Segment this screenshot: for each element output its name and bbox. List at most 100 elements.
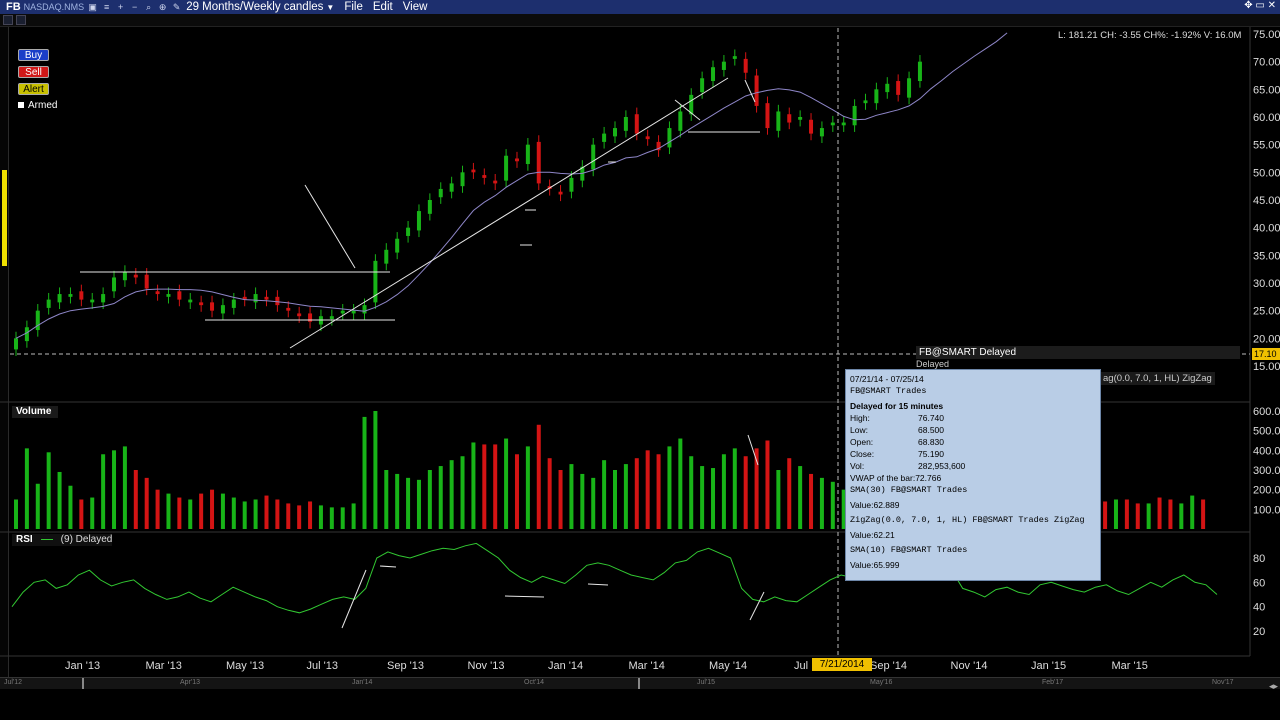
drawing-line	[341, 569, 367, 629]
volume-bar	[57, 471, 62, 529]
price-tick-label: 65.00	[1253, 84, 1280, 96]
candle	[68, 294, 73, 297]
volume-tick-label: 300.0	[1253, 465, 1280, 477]
volume-bar	[547, 458, 552, 529]
volume-bar	[231, 497, 236, 529]
volume-bar	[689, 456, 694, 529]
tooltip-sma30-value: Value:62.889	[850, 500, 900, 510]
time-tick-label: Mar '14	[629, 660, 665, 672]
price-tick-label: 30.00	[1253, 278, 1280, 290]
volume-pane-label: Volume	[12, 406, 58, 418]
candle	[885, 83, 890, 93]
tooltip-sma10: SMA(10) FB@SMART Trades	[850, 545, 968, 555]
volume-tick-label: 600.0	[1253, 406, 1280, 418]
candle	[57, 294, 62, 303]
tooltip-zigzag-value: Value:62.21	[850, 530, 895, 540]
time-tick-label: Jan '15	[1031, 660, 1066, 672]
candle	[166, 294, 171, 297]
candle	[591, 144, 596, 170]
candle	[90, 299, 95, 303]
volume-bar	[1124, 499, 1129, 529]
volume-tick-label: 100.0	[1253, 504, 1280, 516]
volume-bar	[536, 424, 541, 529]
volume-bar	[460, 456, 465, 529]
candle	[46, 299, 51, 308]
volume-bar	[602, 460, 607, 529]
time-tick-label: Mar '13	[146, 660, 182, 672]
crosshair-date-badge: 7/21/2014	[812, 658, 872, 671]
candle	[406, 227, 411, 236]
volume-bar	[1168, 499, 1173, 529]
volume-bar	[830, 481, 835, 529]
candle	[297, 313, 302, 317]
scroll-tick-label: Apr'13	[180, 679, 201, 686]
volume-bar	[667, 446, 672, 529]
chart-canvas[interactable]: 75.00 70.00 65.00 60.00 55.00 50.00 45.00 40.00…	[0, 0, 1280, 720]
candle	[678, 111, 683, 131]
rsi-tick-label: 80	[1253, 553, 1265, 565]
volume-bar	[416, 479, 421, 529]
volume-bar	[634, 458, 639, 529]
candle	[416, 211, 421, 231]
volume-bar	[732, 448, 737, 529]
volume-bar	[275, 499, 280, 529]
candle	[122, 271, 127, 281]
volume-bar	[569, 464, 574, 529]
volume-bar	[798, 466, 803, 529]
close-value: 75.190	[918, 449, 944, 459]
candle	[482, 175, 487, 178]
candle	[613, 128, 617, 137]
rsi-pane-label: RSI (9) Delayed	[12, 534, 113, 546]
candle	[35, 310, 40, 331]
time-tick-label: May '13	[226, 660, 264, 672]
volume-bar	[14, 499, 18, 529]
volume-bar	[144, 477, 149, 529]
vol-value: 282,953,600	[918, 461, 966, 471]
volume-bar	[787, 458, 792, 529]
volume-bar	[199, 493, 204, 529]
volume-bar	[1103, 501, 1108, 529]
rsi-tick-label: 60	[1253, 577, 1265, 589]
candle	[144, 274, 149, 289]
candle	[220, 305, 225, 314]
scroll-handle[interactable]	[638, 678, 640, 689]
volume-bar	[122, 446, 127, 529]
candle	[525, 144, 530, 165]
volume-bar	[591, 477, 596, 529]
candle	[776, 111, 781, 131]
scroll-handle[interactable]	[82, 678, 84, 689]
candle	[711, 67, 716, 82]
candle	[634, 114, 639, 134]
rsi-tick-label: 20	[1253, 626, 1265, 638]
volume-bar	[504, 438, 509, 529]
scroll-arrow-icon[interactable]: ◂▸	[1269, 681, 1278, 692]
tooltip-vwap: VWAP of the bar:72.766	[850, 473, 942, 483]
volume-bar	[308, 501, 313, 529]
time-scrollbar[interactable]: ◂▸ Jul'12 Apr'13 Jan'14 Oct'14 Jul'15 May'16 F…	[0, 677, 1280, 692]
time-tick-label: Jan '13	[65, 660, 100, 672]
candle	[231, 299, 236, 308]
rsi-swatch	[40, 538, 53, 540]
volume-bar	[656, 454, 661, 529]
tooltip-range: 07/21/14 - 07/25/14	[850, 374, 924, 384]
candle	[514, 158, 519, 162]
candle	[623, 117, 628, 131]
candle	[449, 183, 454, 192]
drawing-line	[749, 591, 765, 621]
scroll-tick-label: Jul'12	[4, 679, 23, 686]
volume-tick-label: 200.0	[1253, 485, 1280, 497]
drawing-line	[304, 184, 356, 269]
volume-tick-label: 500.0	[1253, 426, 1280, 438]
candle	[896, 81, 901, 95]
candle	[863, 100, 868, 104]
candle	[395, 238, 400, 253]
candle	[667, 128, 672, 148]
volume-bar	[471, 442, 476, 529]
candle	[765, 103, 770, 129]
candle	[188, 299, 193, 303]
candle	[602, 133, 607, 142]
volume-bar	[1201, 499, 1206, 529]
volume-bar	[133, 470, 138, 529]
volume-tick-label: 400.0	[1253, 445, 1280, 457]
candle	[787, 114, 792, 123]
